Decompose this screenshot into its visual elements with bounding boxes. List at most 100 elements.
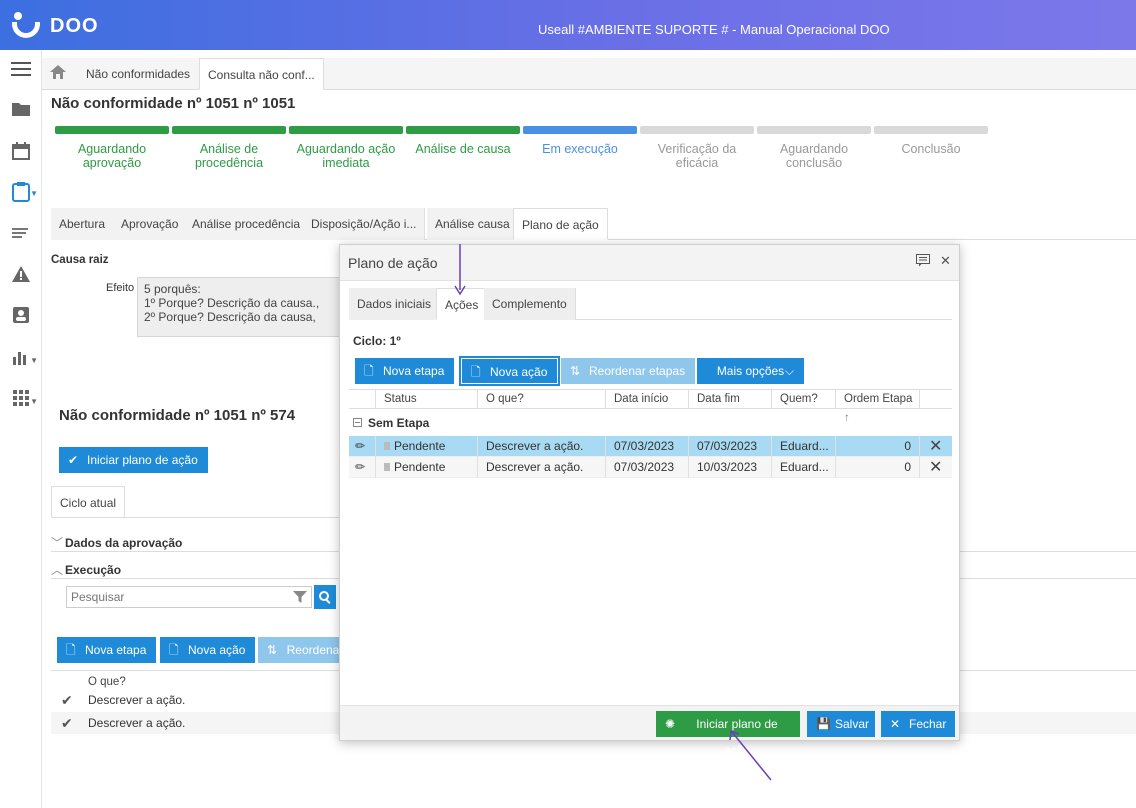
- pencil-icon[interactable]: ✏: [349, 436, 375, 457]
- collapse-box-icon: [353, 418, 362, 427]
- root-cause-title: Causa raiz: [51, 254, 109, 266]
- tab-plano-acao[interactable]: Plano de ação: [513, 208, 608, 240]
- grid-col-end[interactable]: Data fim: [688, 390, 771, 409]
- page-title: Não conformidade nº 1051 nº 1051: [51, 95, 296, 112]
- list-item[interactable]: ✔ Descrever a ação.: [51, 689, 341, 711]
- grid-col-status[interactable]: Status: [375, 390, 477, 409]
- search-button[interactable]: [314, 585, 336, 609]
- step-label: Conclusão: [901, 142, 961, 156]
- status-text: Pendente: [394, 460, 446, 474]
- section-execution-header[interactable]: ︿ Execução: [51, 561, 121, 578]
- breadcrumb-query[interactable]: Consulta não conf...: [199, 58, 324, 90]
- clipboard-icon[interactable]: ▼: [10, 181, 38, 203]
- more-options-label: Mais opções: [716, 364, 785, 378]
- apps-grid-icon[interactable]: ▼: [10, 389, 38, 411]
- annotation-arrow-down: [454, 244, 466, 296]
- search-box: [66, 586, 312, 608]
- grid-col-start[interactable]: Data início: [605, 390, 688, 409]
- contact-card-icon[interactable]: [10, 306, 32, 328]
- step-2: Análise de procedência: [172, 126, 286, 170]
- grid-col-who[interactable]: Quem?: [771, 390, 835, 409]
- save-button[interactable]: 💾 Salvar: [807, 711, 875, 737]
- step-7: Aguardando conclusão: [757, 126, 871, 170]
- table-row[interactable]: ✏ Pendente Descrever a ação. 07/03/2023 …: [349, 436, 952, 457]
- logo-text: DOO: [50, 14, 99, 37]
- close-x-icon: ✕: [890, 717, 901, 731]
- efeito-line: 5 porquês:: [144, 282, 201, 296]
- efeito-line: 1º Porque? Descrição da causa.,: [144, 296, 320, 310]
- grid-col-order[interactable]: Ordem Etapa ↑: [835, 390, 919, 424]
- step-6: Verificação da eficácia: [640, 126, 754, 170]
- calendar-icon[interactable]: [10, 141, 32, 163]
- step-label: Análise de: [199, 142, 259, 156]
- cell-who: Eduard...: [771, 436, 835, 457]
- step-4: Análise de causa: [406, 126, 520, 156]
- grid-col-actions: [919, 390, 952, 409]
- step-label: Análise de causa: [415, 142, 511, 156]
- tab-ciclo-atual[interactable]: Ciclo atual: [51, 486, 126, 518]
- tab-complemento[interactable]: Complemento: [484, 288, 576, 320]
- reorder-label: Reordena: [286, 643, 340, 657]
- step-bar: [55, 126, 169, 134]
- cell-what: Descrever a ação.: [477, 457, 605, 478]
- group-row[interactable]: Sem Etapa: [349, 413, 952, 433]
- document-icon: 🗋: [169, 643, 179, 657]
- section-approval-header[interactable]: ﹀ Dados da aprovação: [51, 534, 182, 551]
- step-bar: [289, 126, 403, 134]
- close-button[interactable]: ✕ Fechar: [881, 711, 955, 737]
- step-label: Aguardando: [779, 142, 849, 156]
- breadcrumb-nonconformities[interactable]: Não conformidades: [78, 58, 198, 90]
- table-row[interactable]: ✏ Pendente Descrever a ação. 07/03/2023 …: [349, 457, 952, 478]
- main-tabs: Abertura Aprovação Análise procedência D…: [51, 208, 1136, 240]
- tab-disposicao[interactable]: Disposição/Ação i...: [303, 208, 426, 240]
- home-icon[interactable]: [50, 65, 66, 79]
- divider: [51, 517, 341, 518]
- cell-order: 0: [835, 457, 919, 478]
- dialog-title: Plano de ação: [348, 255, 438, 271]
- new-stage-button-bg[interactable]: 🗋 Nova etapa: [57, 637, 157, 663]
- new-action-button-bg[interactable]: 🗋 Nova ação: [160, 637, 256, 663]
- checkmark-icon: ✔: [61, 692, 73, 708]
- action-plan-dialog: Plano de ação ✕ Dados iniciais Ações Com…: [339, 244, 960, 757]
- list-lines-icon[interactable]: [10, 223, 32, 245]
- chevron-down-icon: ﹀: [51, 536, 64, 550]
- delete-x-icon[interactable]: ✕: [919, 436, 952, 457]
- efeito-textarea[interactable]: 5 porquês: 1º Porque? Descrição da causa…: [137, 277, 347, 337]
- reorder-button-bg[interactable]: ⇅ Reordena: [258, 637, 340, 663]
- app-logo[interactable]: DOO: [12, 12, 99, 40]
- step-bar: [172, 126, 286, 134]
- grid-col-what[interactable]: O que?: [477, 390, 605, 409]
- efeito-line: 2º Porque? Descrição da causa,: [144, 310, 316, 324]
- tab-analise-causa[interactable]: Análise causa: [427, 208, 519, 240]
- more-options-button[interactable]: Mais opções ⌵: [697, 358, 804, 384]
- dialog-reorder-button[interactable]: ⇅ Reordenar etapas: [561, 358, 696, 384]
- chevron-up-icon: ︿: [51, 563, 64, 577]
- search-input[interactable]: [67, 587, 292, 607]
- bar-chart-icon[interactable]: ▼: [10, 348, 38, 370]
- comment-icon[interactable]: [916, 254, 930, 270]
- save-label: Salvar: [835, 717, 870, 731]
- step-label: Aguardando ação: [296, 142, 396, 156]
- grid-col-order-label: Ordem Etapa: [844, 393, 913, 405]
- tab-dados-iniciais[interactable]: Dados iniciais: [349, 288, 441, 320]
- step-label: Em execução: [542, 142, 618, 156]
- reorder-icon: ⇅: [570, 364, 581, 378]
- folder-icon[interactable]: [10, 100, 32, 122]
- warning-icon[interactable]: [10, 265, 32, 287]
- cell-start: 07/03/2023: [605, 436, 688, 457]
- delete-x-icon[interactable]: ✕: [919, 457, 952, 478]
- dialog-new-stage-button[interactable]: 🗋 Nova etapa: [355, 358, 455, 384]
- cell-end: 10/03/2023: [688, 457, 771, 478]
- sub-title: Não conformidade nº 1051 nº 574: [59, 407, 296, 424]
- start-plan-button[interactable]: ✔ Iniciar plano de ação: [59, 447, 208, 473]
- hamburger-menu-icon[interactable]: [10, 60, 32, 82]
- cell-end: 07/03/2023: [688, 436, 771, 457]
- step-label: Verificação da eficácia: [657, 142, 737, 170]
- tab-analise-procedencia[interactable]: Análise procedência: [184, 208, 310, 240]
- close-icon[interactable]: ✕: [940, 253, 951, 269]
- dialog-new-action-button[interactable]: 🗋 Nova ação: [458, 356, 561, 386]
- filter-icon[interactable]: [293, 590, 307, 604]
- tab-abertura[interactable]: Abertura: [51, 208, 115, 240]
- pencil-icon[interactable]: ✏: [349, 457, 375, 478]
- tab-aprovacao[interactable]: Aprovação: [113, 208, 188, 240]
